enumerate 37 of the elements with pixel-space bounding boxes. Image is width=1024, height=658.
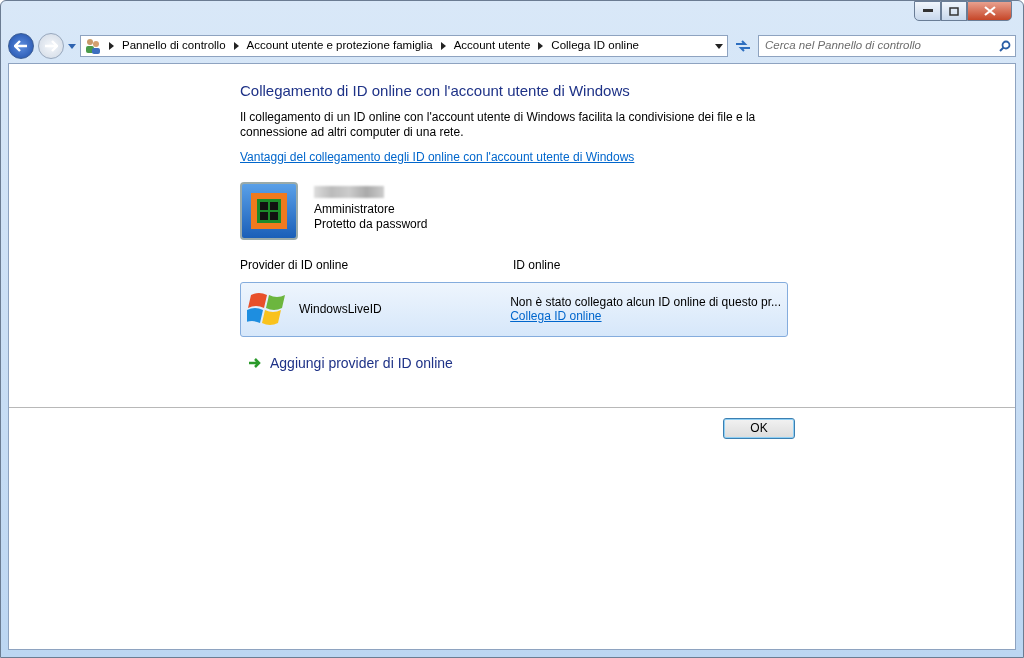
breadcrumb-item[interactable]: Collega ID online [551, 37, 639, 55]
back-arrow-icon [14, 40, 28, 52]
maximize-button[interactable] [941, 1, 967, 21]
breadcrumb-item[interactable]: Account utente e protezione famiglia [246, 37, 433, 55]
add-provider-link[interactable]: Aggiungi provider di ID online [270, 352, 453, 374]
maximize-icon [949, 6, 959, 16]
search-icon [999, 40, 1011, 52]
ok-button[interactable]: OK [723, 417, 795, 439]
account-detail: Protetto da password [314, 216, 428, 232]
breadcrumb-item[interactable]: Account utente [453, 37, 531, 55]
account-detail: Amministratore [314, 201, 396, 217]
users-icon [85, 38, 101, 54]
search-field[interactable]: Cerca nel Pannello di controllo [758, 35, 1016, 57]
chevron-icon [109, 42, 114, 50]
provider-name: WindowsLiveID [299, 301, 382, 318]
dropdown-arrow-icon[interactable] [715, 43, 723, 49]
description-text: Il collegamento di un ID online con l'account utente di Windows facilita la condivisione dei file e la connessione ad altri computer di una rete. [240, 109, 757, 140]
close-icon [983, 6, 996, 16]
provider-status: Non è stato collegato alcun ID online di questo pr... [510, 295, 781, 309]
help-link[interactable]: Vantaggi del collegamento degli ID online con l'account utente di Windows [240, 149, 635, 164]
back-button[interactable] [8, 33, 34, 59]
account-picture-drawing [240, 181, 298, 240]
column-header: ID online [513, 256, 561, 274]
chevron-icon [538, 42, 544, 50]
breadcrumb-item[interactable]: Pannello di controllo [122, 37, 226, 55]
blurred-username [314, 185, 384, 198]
arrow-icon [248, 357, 262, 369]
minimize-button[interactable] [914, 1, 941, 21]
column-header: Provider di ID online [240, 256, 350, 274]
chevron-icon [233, 42, 239, 50]
close-button[interactable] [967, 1, 1012, 21]
provider-row[interactable]: WindowsLiveID Non è stato collegato alcun ID online di questo pr... Collega ID online [240, 281, 788, 337]
minimize-icon [922, 9, 933, 13]
forward-arrow-icon [44, 40, 58, 52]
page-title: Collegamento di ID online con l'account utente di Windows [240, 81, 631, 101]
chevron-icon [440, 42, 446, 50]
connect-link[interactable]: Collega ID online [510, 309, 602, 323]
